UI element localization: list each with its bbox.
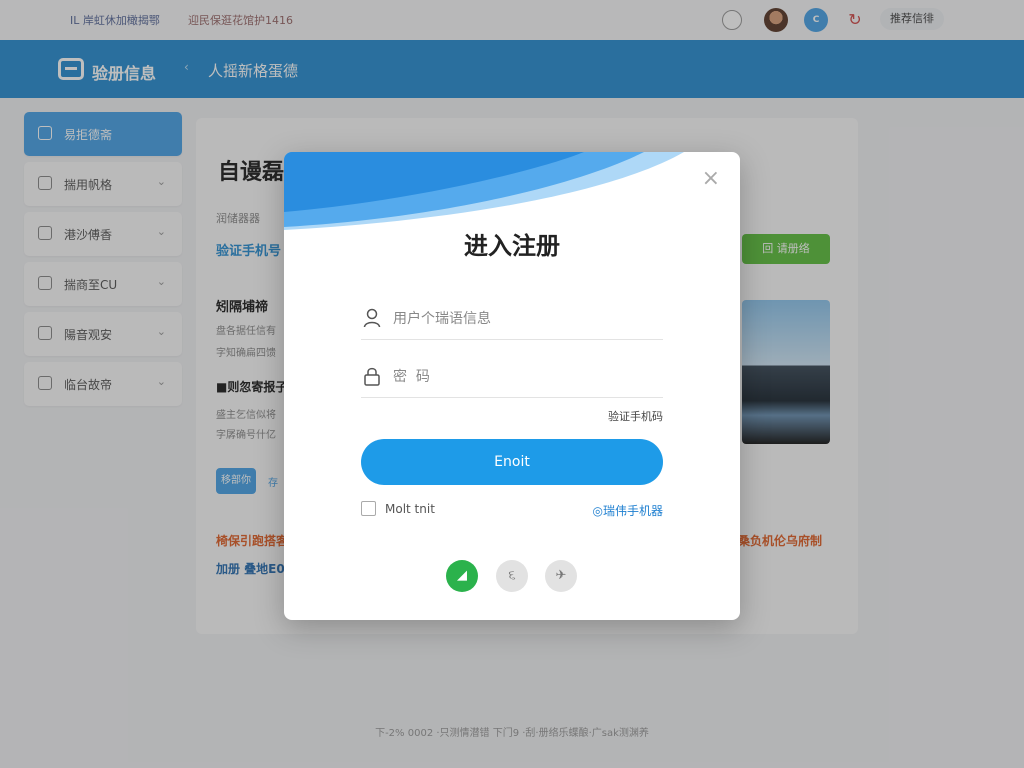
password-input[interactable] [393, 366, 653, 388]
register-modal: × 进入注册 验证手机码 Enoit Molt tnit ◎瑞伟手机器 ◢ ૬ … [284, 152, 740, 620]
alt-login-link[interactable]: ◎瑞伟手机器 [593, 502, 663, 519]
pin-icon[interactable]: ✈ [545, 560, 577, 592]
lock-icon [364, 367, 380, 386]
remember-checkbox[interactable] [361, 501, 376, 516]
modal-title: 进入注册 [464, 232, 560, 260]
password-field[interactable] [361, 358, 663, 398]
submit-button[interactable]: Enoit [361, 439, 663, 485]
user-icon [363, 308, 381, 328]
username-field[interactable] [361, 300, 663, 340]
remember-label[interactable]: Molt tnit [385, 502, 435, 516]
username-input[interactable] [393, 308, 653, 330]
leaf-icon[interactable]: ◢ [446, 560, 478, 592]
swirl-icon[interactable]: ૬ [496, 560, 528, 592]
close-icon[interactable]: × [702, 166, 720, 191]
verify-phone-code-link[interactable]: 验证手机码 [608, 408, 663, 424]
